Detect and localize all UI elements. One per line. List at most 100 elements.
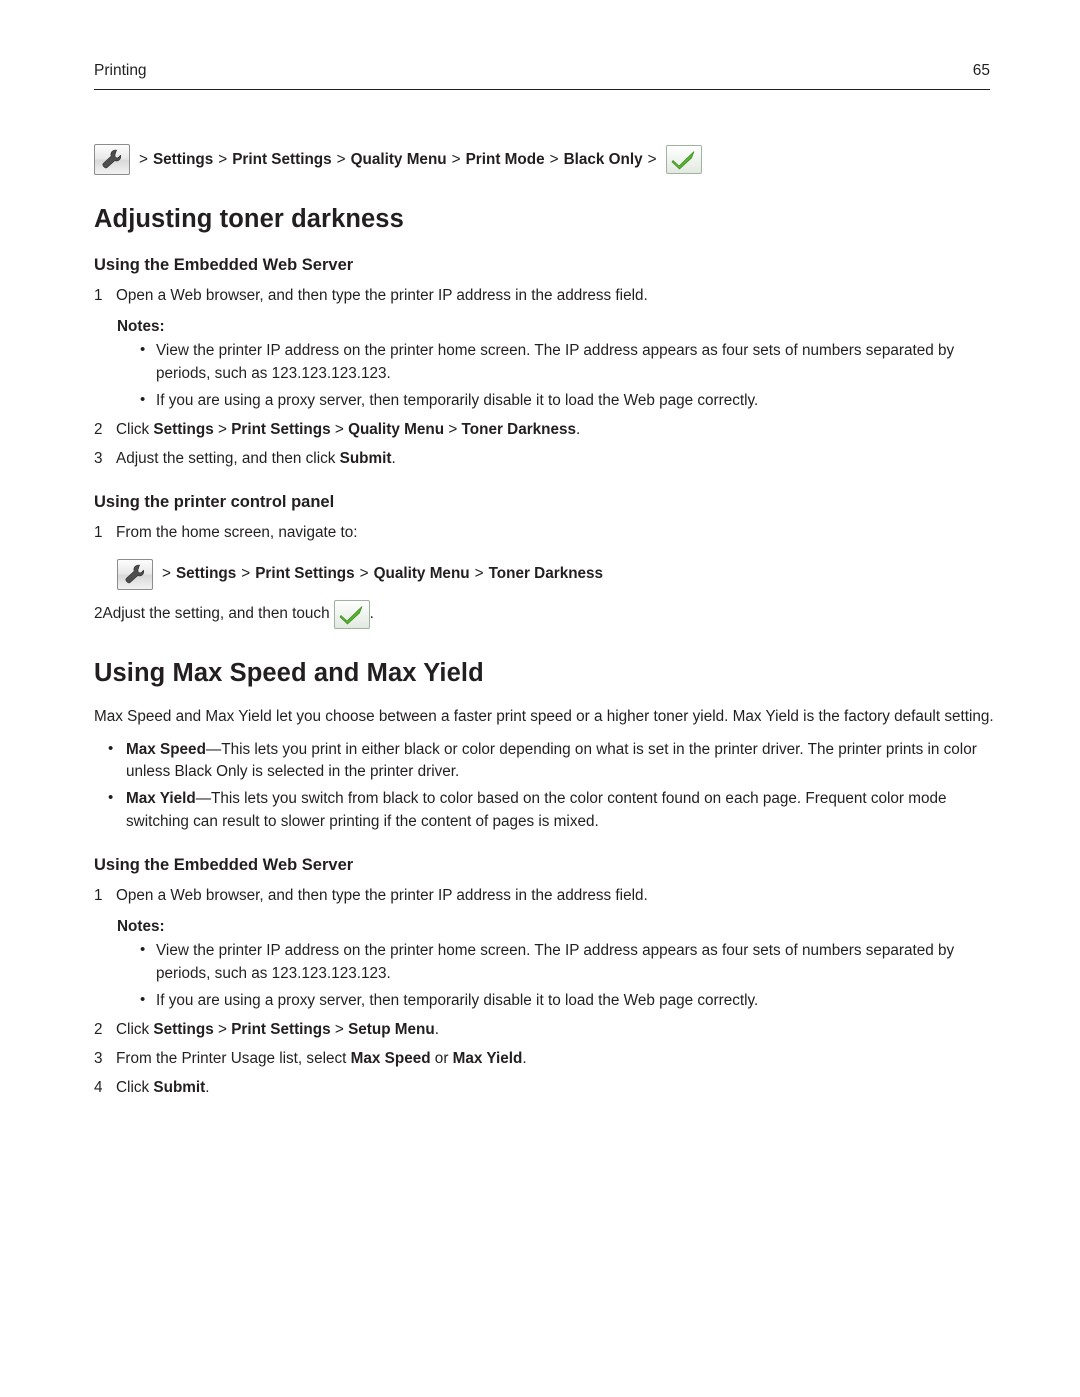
notes-label: Notes: xyxy=(117,918,165,936)
page-content: > Settings > Print Settings > Quality Me… xyxy=(94,132,994,1106)
term-description: —This lets you switch from black to colo… xyxy=(126,790,947,831)
notes-list: View the printer IP address on the print… xyxy=(94,339,994,413)
step-text-suffix: . xyxy=(576,420,581,438)
navigation-path-toner-darkness: > Settings > Print Settings > Quality Me… xyxy=(117,558,994,590)
subsection-using-embedded-web-server-2: Using the Embedded Web Server xyxy=(94,856,354,875)
step-item: 2 Adjust the setting, and then touch . xyxy=(94,599,994,629)
bold-toner-darkness: Toner Darkness xyxy=(461,420,577,438)
list-item: View the printer IP address on the print… xyxy=(94,339,994,386)
step-text-prefix: Adjust the setting, and then click xyxy=(116,449,340,467)
subsection-using-printer-control-panel: Using the printer control panel xyxy=(94,492,335,511)
step-item: 1 Open a Web browser, and then type the … xyxy=(94,285,994,308)
step-text-suffix: . xyxy=(434,1021,439,1038)
step-item: 4 Click Submit. xyxy=(94,1077,994,1100)
step-text-prefix: From the Printer Usage list, select xyxy=(116,1049,351,1067)
step-text: Click Submit. xyxy=(116,1077,994,1100)
step-item: 2 Click Settings > Print Settings > Qual… xyxy=(94,419,994,442)
header-page-number: 65 xyxy=(972,62,990,79)
step-text-suffix: . xyxy=(369,605,374,623)
step-item: 3 From the Printer Usage list, select Ma… xyxy=(94,1048,994,1071)
section2-intro-paragraph: Max Speed and Max Yield let you choose b… xyxy=(94,707,994,725)
path-segment-print-settings: Print Settings xyxy=(232,150,332,168)
step-text-prefix: Click xyxy=(116,1078,154,1096)
list-item: If you are using a proxy server, then te… xyxy=(94,389,994,413)
step-text: Click Settings > Print Settings > Setup … xyxy=(116,1021,439,1038)
step-item: 2 Click Settings > Print Settings > Setu… xyxy=(94,1019,994,1042)
list-item: If you are using a proxy server, then te… xyxy=(94,989,994,1013)
bold-submit: Submit xyxy=(153,1078,206,1096)
path-segment-settings: Settings xyxy=(175,565,237,583)
step-number: 3 xyxy=(94,1049,103,1067)
wrench-icon xyxy=(94,144,130,175)
step-number: 2 xyxy=(94,420,103,438)
step-item: 1 Open a Web browser, and then type the … xyxy=(94,885,994,908)
step-number: 2 xyxy=(94,605,103,623)
document-page: Printing 65 > Settings > Print Settings … xyxy=(0,0,1080,1397)
subsection-using-embedded-web-server-1: Using the Embedded Web Server xyxy=(94,256,354,274)
step-number: 2 xyxy=(94,1021,103,1038)
step-text-suffix: . xyxy=(205,1078,210,1096)
bold-max-yield: Max Yield xyxy=(452,1049,523,1067)
step-text-mid: or xyxy=(430,1049,453,1067)
bold-max-speed: Max Speed xyxy=(350,1049,431,1067)
bold-print-settings: Print Settings xyxy=(231,1021,331,1038)
bold-print-settings: Print Settings xyxy=(231,420,331,438)
step-text-prefix: Click xyxy=(116,420,154,438)
step-text: Open a Web browser, and then type the pr… xyxy=(116,887,648,905)
path-segment-toner-darkness: Toner Darkness xyxy=(488,565,604,583)
bold-quality-menu: Quality Menu xyxy=(348,420,445,438)
step-text-suffix: . xyxy=(522,1049,527,1067)
path-separator: > xyxy=(241,565,251,583)
bold-setup-menu: Setup Menu xyxy=(348,1021,435,1038)
navigation-path-black-only: > Settings > Print Settings > Quality Me… xyxy=(94,144,994,175)
term-description: —This lets you print in either black or … xyxy=(126,740,977,781)
section-title-max-speed-max-yield: Using Max Speed and Max Yield xyxy=(94,658,484,687)
path-segment-black-only: Black Only xyxy=(563,150,643,168)
term-max-speed: Max Speed xyxy=(126,740,206,758)
list-item: Max Yield—This lets you switch from blac… xyxy=(94,787,994,834)
list-item: Max Speed—This lets you print in either … xyxy=(94,738,994,785)
path-segment-settings: Settings xyxy=(152,150,214,168)
path-separator: > xyxy=(451,150,461,168)
term-max-yield: Max Yield xyxy=(126,790,196,808)
step-item: 1 From the home screen, navigate to: xyxy=(94,522,994,545)
max-speed-yield-list: Max Speed—This lets you print in either … xyxy=(94,738,994,835)
path-segment-print-mode: Print Mode xyxy=(465,150,545,168)
path-segment-quality-menu: Quality Menu xyxy=(350,150,447,168)
step-number: 1 xyxy=(94,523,103,541)
path-separator: > xyxy=(549,150,559,168)
step-text: From the home screen, navigate to: xyxy=(116,523,358,541)
path-separator: > xyxy=(139,150,148,168)
path-segment-print-settings: Print Settings xyxy=(255,565,355,583)
step-number: 1 xyxy=(94,287,103,304)
step-text: Open a Web browser, and then type the pr… xyxy=(116,287,648,304)
step-text: Adjust the setting, and then touch xyxy=(102,605,330,623)
bold-settings: Settings xyxy=(153,1021,214,1038)
path-segment-quality-menu: Quality Menu xyxy=(373,565,470,583)
path-separator: > xyxy=(474,565,484,583)
path-separator: > xyxy=(336,150,346,168)
notes-list: View the printer IP address on the print… xyxy=(94,939,994,1013)
list-item: View the printer IP address on the print… xyxy=(94,939,994,986)
wrench-icon xyxy=(117,558,153,590)
path-separator: > xyxy=(647,150,657,168)
notes-label: Notes: xyxy=(117,317,165,335)
section-title-adjusting-toner-darkness: Adjusting toner darkness xyxy=(94,205,404,233)
step-text: Click Settings > Print Settings > Qualit… xyxy=(116,420,581,438)
step-number: 3 xyxy=(94,449,103,467)
header-section-label: Printing xyxy=(94,62,147,79)
page-header: Printing 65 xyxy=(94,62,990,90)
step-item: 3 Adjust the setting, and then click Sub… xyxy=(94,448,994,471)
green-check-icon xyxy=(665,145,702,174)
bold-settings: Settings xyxy=(153,420,214,438)
step-number: 4 xyxy=(94,1078,103,1096)
path-separator: > xyxy=(359,565,369,583)
green-check-icon xyxy=(333,599,370,629)
path-separator: > xyxy=(218,150,228,168)
step-text: Adjust the setting, and then click Submi… xyxy=(116,448,994,471)
path-separator: > xyxy=(162,565,171,583)
step-text-prefix: Click xyxy=(116,1021,154,1038)
step-text-suffix: . xyxy=(391,449,396,467)
bold-submit: Submit xyxy=(339,449,392,467)
step-number: 1 xyxy=(94,887,103,905)
